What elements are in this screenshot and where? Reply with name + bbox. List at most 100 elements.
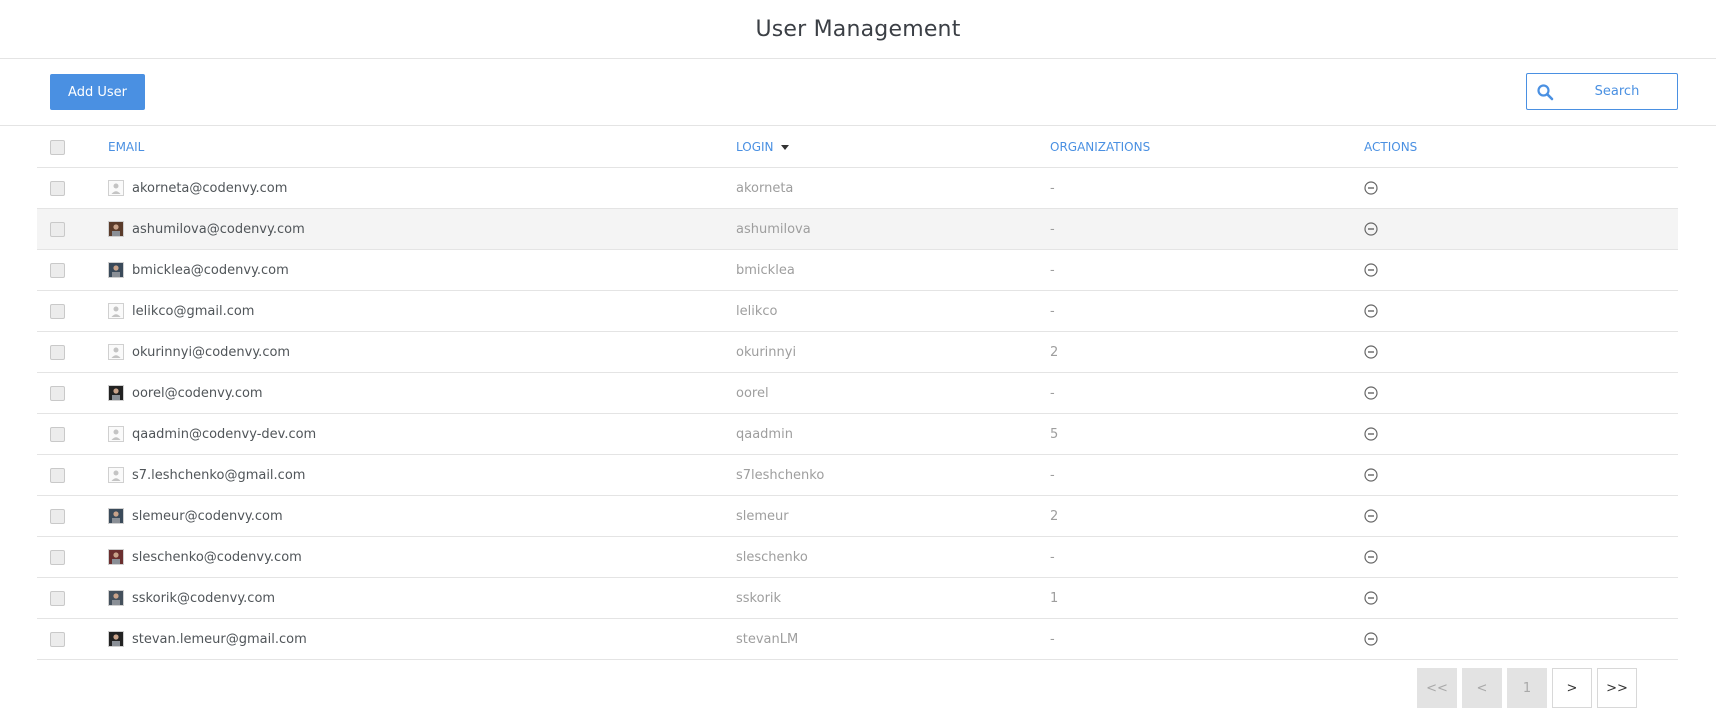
avatar [108, 344, 124, 360]
select-all-checkbox[interactable] [50, 139, 65, 155]
remove-user-icon[interactable] [1364, 386, 1378, 400]
table-row[interactable]: sleschenko@codenvy.com sleschenko - [37, 537, 1678, 578]
avatar [108, 426, 124, 442]
user-email[interactable]: oorel@codenvy.com [132, 386, 263, 401]
page-title: User Management [755, 16, 961, 42]
remove-user-icon[interactable] [1364, 222, 1378, 236]
column-header-actions: ACTIONS [1364, 140, 1418, 154]
prev-page-button[interactable]: < [1462, 668, 1502, 708]
avatar [108, 631, 124, 647]
row-checkbox[interactable] [50, 631, 65, 647]
user-email[interactable]: okurinnyi@codenvy.com [132, 345, 290, 360]
user-organizations: 2 [1050, 344, 1059, 360]
user-organizations: - [1050, 180, 1055, 196]
table-row[interactable]: s7.leshchenko@gmail.com s7leshchenko - [37, 455, 1678, 496]
user-login: s7leshchenko [736, 467, 825, 483]
remove-user-icon[interactable] [1364, 550, 1378, 564]
user-email[interactable]: sleschenko@codenvy.com [132, 550, 302, 565]
row-checkbox[interactable] [50, 221, 65, 237]
user-login: akorneta [736, 180, 794, 196]
search-box[interactable] [1526, 73, 1678, 110]
user-login: slemeur [736, 508, 789, 524]
search-icon [1537, 84, 1554, 101]
table-row[interactable]: lelikco@gmail.com lelikco - [37, 291, 1678, 332]
avatar [108, 467, 124, 483]
user-login: bmicklea [736, 262, 795, 278]
current-page-indicator: 1 [1507, 668, 1547, 708]
user-email[interactable]: ashumilova@codenvy.com [132, 222, 305, 237]
user-email[interactable]: lelikco@gmail.com [132, 304, 254, 319]
user-login: oorel [736, 385, 769, 401]
row-checkbox[interactable] [50, 426, 65, 442]
user-email[interactable]: sskorik@codenvy.com [132, 591, 275, 606]
row-checkbox[interactable] [50, 508, 65, 524]
user-email[interactable]: akorneta@codenvy.com [132, 181, 287, 196]
user-login: ashumilova [736, 221, 811, 237]
user-email[interactable]: slemeur@codenvy.com [132, 509, 283, 524]
table-row[interactable]: bmicklea@codenvy.com bmicklea - [37, 250, 1678, 291]
user-login: lelikco [736, 303, 778, 319]
user-email[interactable]: bmicklea@codenvy.com [132, 263, 289, 278]
row-checkbox[interactable] [50, 262, 65, 278]
user-organizations: - [1050, 549, 1055, 565]
remove-user-icon[interactable] [1364, 345, 1378, 359]
table-row[interactable]: oorel@codenvy.com oorel - [37, 373, 1678, 414]
avatar [108, 303, 124, 319]
row-checkbox[interactable] [50, 590, 65, 606]
table-row[interactable]: okurinnyi@codenvy.com okurinnyi 2 [37, 332, 1678, 373]
table-header-row: EMAIL LOGIN ORGANIZATIONS ACTIONS [37, 127, 1678, 168]
user-organizations: - [1050, 385, 1055, 401]
page-header: User Management [0, 0, 1716, 59]
last-page-button[interactable]: >> [1597, 668, 1637, 708]
avatar [108, 221, 124, 237]
user-email[interactable]: qaadmin@codenvy-dev.com [132, 427, 316, 442]
remove-user-icon[interactable] [1364, 632, 1378, 646]
row-checkbox[interactable] [50, 385, 65, 401]
column-header-organizations[interactable]: ORGANIZATIONS [1050, 127, 1150, 167]
remove-user-icon[interactable] [1364, 591, 1378, 605]
avatar [108, 180, 124, 196]
user-login: qaadmin [736, 426, 793, 442]
avatar [108, 590, 124, 606]
row-checkbox[interactable] [50, 467, 65, 483]
add-user-button[interactable]: Add User [50, 74, 145, 110]
user-organizations: - [1050, 303, 1055, 319]
table-row[interactable]: stevan.lemeur@gmail.com stevanLM - [37, 619, 1678, 660]
user-organizations: 5 [1050, 426, 1059, 442]
sort-down-icon [780, 144, 789, 150]
remove-user-icon[interactable] [1364, 468, 1378, 482]
row-checkbox[interactable] [50, 180, 65, 196]
first-page-button[interactable]: << [1417, 668, 1457, 708]
user-organizations: - [1050, 467, 1055, 483]
row-checkbox[interactable] [50, 549, 65, 565]
user-organizations: - [1050, 262, 1055, 278]
table-row[interactable]: slemeur@codenvy.com slemeur 2 [37, 496, 1678, 537]
user-organizations: 1 [1050, 590, 1059, 606]
user-email[interactable]: stevan.lemeur@gmail.com [132, 632, 307, 647]
column-header-email[interactable]: EMAIL [108, 127, 144, 167]
user-organizations: - [1050, 221, 1055, 237]
avatar [108, 549, 124, 565]
user-login: sleschenko [736, 549, 808, 565]
avatar [108, 262, 124, 278]
column-header-login[interactable]: LOGIN [736, 127, 789, 167]
remove-user-icon[interactable] [1364, 304, 1378, 318]
table-row[interactable]: akorneta@codenvy.com akorneta - [37, 168, 1678, 209]
user-email[interactable]: s7.leshchenko@gmail.com [132, 468, 305, 483]
remove-user-icon[interactable] [1364, 181, 1378, 195]
user-login: okurinnyi [736, 344, 797, 360]
row-checkbox[interactable] [50, 344, 65, 360]
remove-user-icon[interactable] [1364, 509, 1378, 523]
user-organizations: - [1050, 631, 1055, 647]
table-row[interactable]: sskorik@codenvy.com sskorik 1 [37, 578, 1678, 619]
users-table: EMAIL LOGIN ORGANIZATIONS ACTIONS akorne… [37, 127, 1678, 660]
table-row[interactable]: ashumilova@codenvy.com ashumilova - [37, 209, 1678, 250]
remove-user-icon[interactable] [1364, 263, 1378, 277]
row-checkbox[interactable] [50, 303, 65, 319]
remove-user-icon[interactable] [1364, 427, 1378, 441]
toolbar: Add User [0, 59, 1716, 126]
table-row[interactable]: qaadmin@codenvy-dev.com qaadmin 5 [37, 414, 1678, 455]
next-page-button[interactable]: > [1552, 668, 1592, 708]
avatar [108, 385, 124, 401]
avatar [108, 508, 124, 524]
